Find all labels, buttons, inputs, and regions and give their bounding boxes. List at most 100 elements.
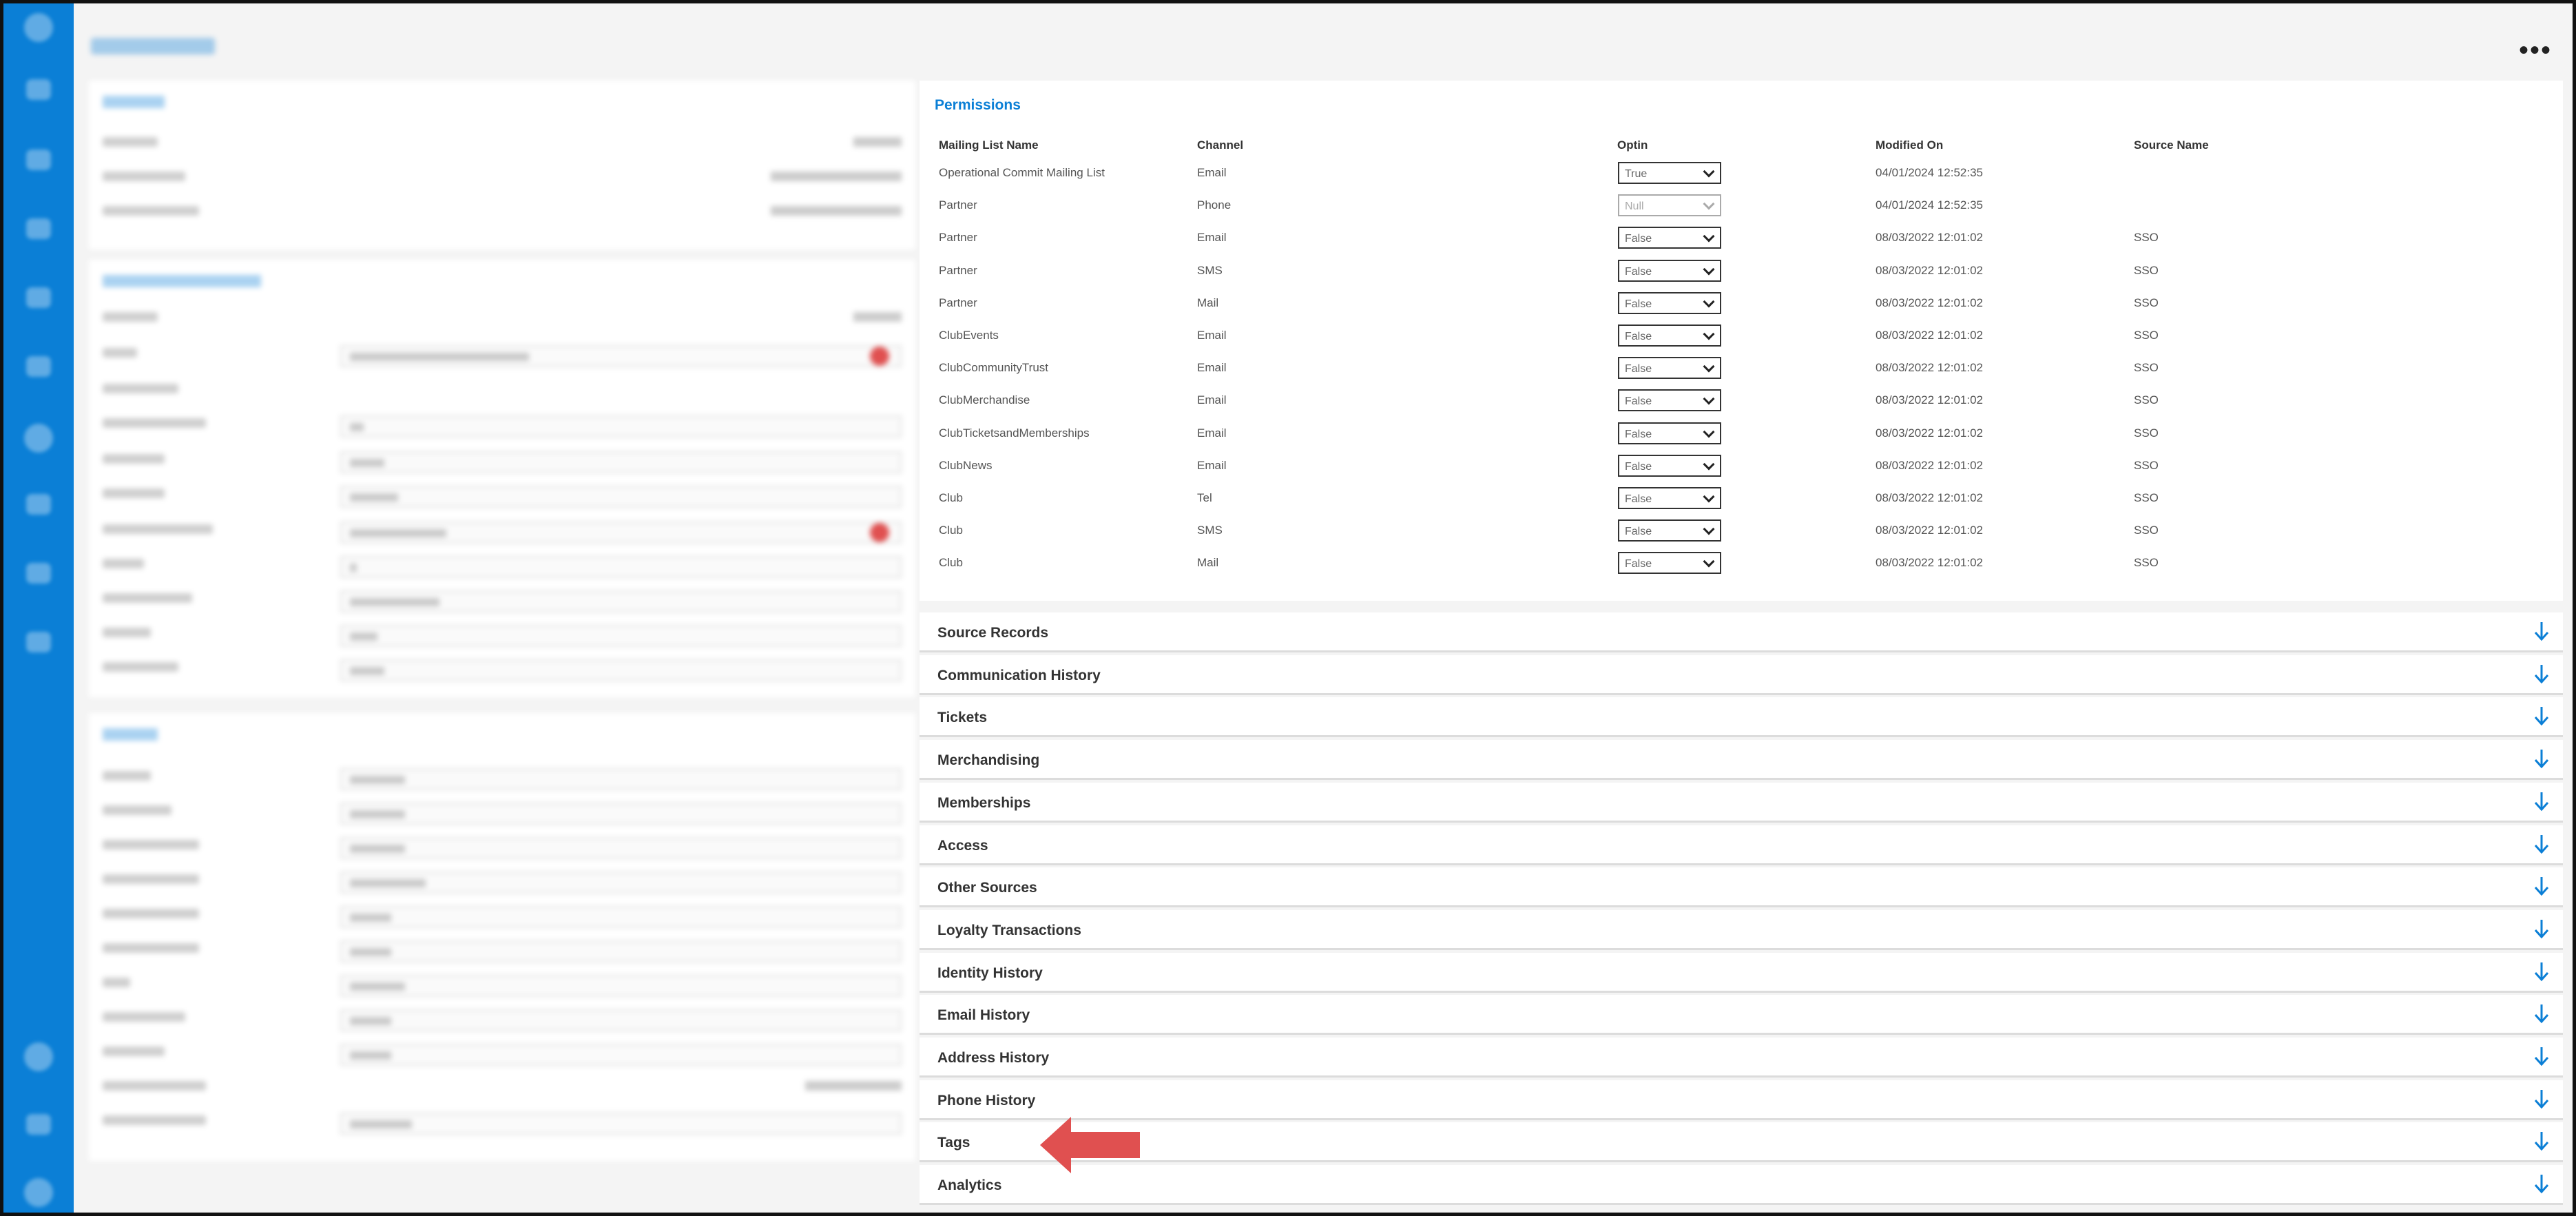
settings-icon[interactable] — [24, 1042, 53, 1071]
header-optin: Optin — [1617, 138, 1648, 152]
optin-value: Null — [1625, 200, 1644, 213]
chevron-down-icon — [1703, 393, 1715, 405]
nav-icon-7[interactable] — [26, 494, 51, 515]
more-options-icon[interactable]: ••• — [2519, 37, 2552, 64]
optin-select[interactable]: True — [1618, 162, 1721, 184]
section-email-history[interactable]: Email History — [920, 995, 2563, 1035]
section-label: Loyalty Transactions — [937, 922, 1081, 938]
section-tickets[interactable]: Tickets — [920, 697, 2563, 738]
modified-on-cell: 08/03/2022 12:01:02 — [1876, 491, 1983, 504]
nav-icon-3[interactable] — [26, 218, 51, 239]
optin-value: False — [1625, 395, 1652, 408]
arrow-down-icon[interactable] — [2533, 961, 2551, 982]
channel-cell: Email — [1197, 329, 1227, 342]
channel-cell: Email — [1197, 393, 1227, 407]
arrow-down-icon[interactable] — [2533, 1089, 2551, 1109]
optin-select[interactable]: False — [1618, 324, 1721, 347]
arrow-down-icon[interactable] — [2533, 621, 2551, 641]
arrow-down-icon[interactable] — [2533, 1046, 2551, 1066]
mailing-list-name: Partner — [939, 231, 977, 245]
arrow-down-icon[interactable] — [2533, 834, 2551, 854]
redacted-card-3 — [89, 713, 915, 1161]
section-memberships[interactable]: Memberships — [920, 782, 2563, 823]
section-label: Access — [937, 837, 988, 854]
chevron-down-icon — [1703, 360, 1715, 373]
user-icon[interactable] — [24, 1178, 53, 1207]
redacted-card-2 — [89, 260, 915, 697]
optin-select[interactable]: False — [1618, 259, 1721, 282]
optin-select[interactable]: False — [1618, 389, 1721, 412]
source-name-cell: SSO — [2134, 329, 2159, 342]
optin-select[interactable]: False — [1618, 357, 1721, 380]
optin-select[interactable]: False — [1618, 227, 1721, 249]
chevron-down-icon — [1703, 458, 1715, 471]
permissions-panel: Permissions Mailing List Name Channel Op… — [920, 81, 2563, 601]
channel-cell: Email — [1197, 361, 1227, 375]
arrow-down-icon[interactable] — [2533, 748, 2551, 769]
section-label: Identity History — [937, 965, 1043, 981]
modified-on-cell: 08/03/2022 12:01:02 — [1876, 263, 1983, 277]
arrow-down-icon[interactable] — [2533, 876, 2551, 896]
optin-select[interactable]: False — [1618, 422, 1721, 444]
section-tags[interactable]: Tags — [920, 1122, 2563, 1163]
mailing-list-name: ClubEvents — [939, 329, 999, 342]
section-analytics[interactable]: Analytics — [920, 1165, 2563, 1206]
arrow-down-icon[interactable] — [2533, 1003, 2551, 1024]
nav-icon-8[interactable] — [26, 563, 51, 584]
chevron-down-icon — [1703, 555, 1715, 568]
optin-select[interactable]: False — [1618, 454, 1721, 477]
modified-on-cell: 08/03/2022 12:01:02 — [1876, 426, 1983, 440]
source-name-cell: SSO — [2134, 556, 2159, 570]
optin-value: False — [1625, 493, 1652, 505]
optin-select[interactable]: False — [1618, 291, 1721, 314]
section-label: Source Records — [937, 625, 1049, 641]
header-mailing-list-name: Mailing List Name — [939, 138, 1039, 152]
nav-icon-5[interactable] — [26, 356, 51, 377]
source-name-cell: SSO — [2134, 524, 2159, 537]
section-communication-history[interactable]: Communication History — [920, 655, 2563, 695]
optin-select[interactable]: False — [1618, 552, 1721, 575]
section-other-sources[interactable]: Other Sources — [920, 867, 2563, 908]
section-label: Analytics — [937, 1177, 1002, 1194]
channel-cell: SMS — [1197, 524, 1223, 537]
optin-select[interactable]: False — [1618, 487, 1721, 509]
arrow-down-icon[interactable] — [2533, 1173, 2551, 1194]
section-phone-history[interactable]: Phone History — [920, 1080, 2563, 1120]
modified-on-cell: 08/03/2022 12:01:02 — [1876, 524, 1983, 537]
section-merchandising[interactable]: Merchandising — [920, 740, 2563, 781]
optin-select[interactable]: False — [1618, 519, 1721, 542]
optin-value: False — [1625, 428, 1652, 440]
section-label: Tickets — [937, 710, 987, 726]
arrow-down-icon[interactable] — [2533, 791, 2551, 812]
section-label: Phone History — [937, 1092, 1036, 1109]
arrow-down-icon[interactable] — [2533, 1131, 2551, 1151]
section-identity-history[interactable]: Identity History — [920, 952, 2563, 993]
arrow-down-icon[interactable] — [2533, 705, 2551, 726]
nav-icon-10[interactable] — [26, 1114, 51, 1135]
section-source-records[interactable]: Source Records — [920, 612, 2563, 652]
logo-icon[interactable] — [24, 13, 53, 42]
nav-icon-1[interactable] — [26, 79, 51, 100]
nav-icon-9[interactable] — [26, 632, 51, 652]
nav-icon-6[interactable] — [24, 424, 53, 453]
section-address-history[interactable]: Address History — [920, 1038, 2563, 1078]
source-name-cell: SSO — [2134, 361, 2159, 375]
modified-on-cell: 08/03/2022 12:01:02 — [1876, 231, 1983, 245]
section-access[interactable]: Access — [920, 825, 2563, 865]
source-name-cell: SSO — [2134, 426, 2159, 440]
mailing-list-name: Operational Commit Mailing List — [939, 166, 1105, 179]
section-loyalty-transactions[interactable]: Loyalty Transactions — [920, 909, 2563, 950]
nav-icon-2[interactable] — [26, 150, 51, 170]
header-channel: Channel — [1197, 138, 1244, 152]
optin-value: False — [1625, 526, 1652, 538]
arrow-down-icon[interactable] — [2533, 918, 2551, 939]
chevron-down-icon — [1703, 165, 1715, 178]
nav-icon-4[interactable] — [26, 287, 51, 308]
section-label: Memberships — [937, 794, 1031, 811]
app-window: ••• Permissions Mailing List Name Channe… — [0, 0, 2576, 1216]
page-title-redacted — [91, 38, 215, 54]
optin-select: Null — [1618, 194, 1721, 217]
modified-on-cell: 08/03/2022 12:01:02 — [1876, 361, 1983, 375]
header-modified-on: Modified On — [1876, 138, 1944, 152]
arrow-down-icon[interactable] — [2533, 663, 2551, 684]
